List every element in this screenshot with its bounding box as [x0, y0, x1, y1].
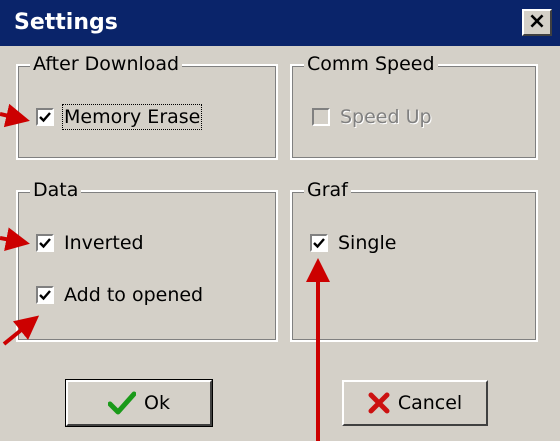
annotation-arrows — [0, 103, 330, 441]
arrow-memory-erase — [0, 103, 30, 128]
arrow-inverted — [0, 227, 30, 252]
arrow-add-to-opened — [2, 315, 40, 346]
